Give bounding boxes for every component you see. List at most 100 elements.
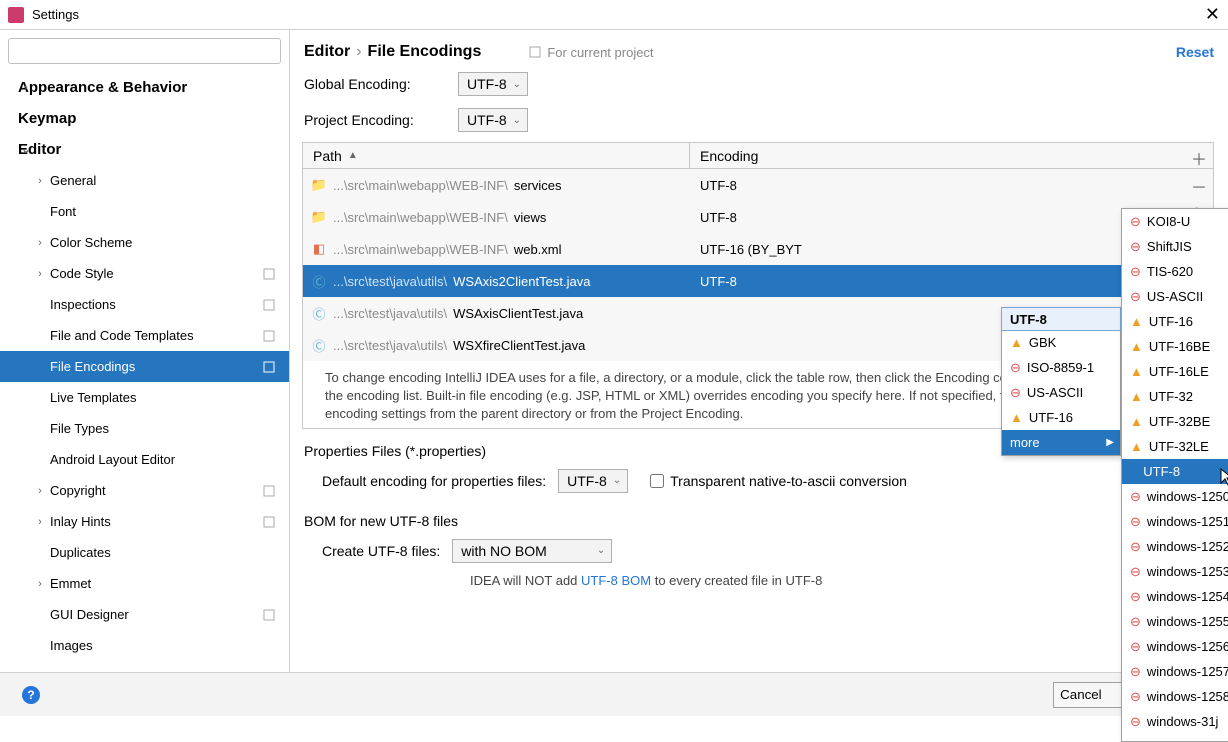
close-icon[interactable]: ✕ [1205, 4, 1220, 25]
encoding-option[interactable]: ⊖windows-31j [1122, 709, 1228, 734]
properties-default-dropdown[interactable]: UTF-8⌄ [558, 469, 628, 493]
path-name: services [514, 178, 562, 193]
encoding-option[interactable]: UTF-8 [1122, 459, 1228, 484]
encoding-option-label: KOI8-U [1147, 214, 1190, 229]
col-path[interactable]: Path▲ [303, 143, 690, 168]
sidebar-item-inspections[interactable]: Inspections [0, 289, 289, 320]
encoding-option[interactable]: ▲ UTF-16BE [1122, 334, 1228, 359]
sidebar-item-emmet[interactable]: ›Emmet [0, 568, 289, 599]
app-icon [8, 7, 24, 23]
encoding-option[interactable]: ▲UTF-32 [1122, 384, 1228, 409]
chevron-down-icon: ⌄ [613, 475, 621, 486]
encoding-option[interactable]: ▲UTF-16 [1002, 405, 1120, 430]
add-button[interactable]: ＋ [1188, 147, 1210, 169]
error-icon: ⊖ [1130, 564, 1141, 580]
cancel-button[interactable]: Cancel [1053, 682, 1125, 708]
encoding-option[interactable]: ⊖windows-1250 [1122, 484, 1228, 509]
folder-icon: 📁 [311, 209, 327, 225]
sidebar-item-gui-designer[interactable]: GUI Designer [0, 599, 289, 630]
encoding-option[interactable]: ▲UTF-16LE [1122, 359, 1228, 384]
sidebar-item-file-and-code-templates[interactable]: File and Code Templates [0, 320, 289, 351]
error-icon: ⊖ [1130, 289, 1141, 305]
sidebar-item-font[interactable]: Font [0, 196, 289, 227]
chevron-icon: › [34, 175, 46, 187]
transparent-checkbox[interactable]: Transparent native-to-ascii conversion [650, 473, 907, 489]
encoding-option[interactable]: ⊖US-ASCII [1002, 380, 1120, 405]
encoding-option[interactable]: ▲UTF-16 [1122, 309, 1228, 334]
sidebar-item-label: Android Layout Editor [50, 452, 175, 467]
encoding-option[interactable]: ⊖windows-1252 [1122, 534, 1228, 559]
encoding-option[interactable]: ⊖windows-1254 [1122, 584, 1228, 609]
encoding-popup[interactable]: UTF-8 ▲GBK⊖ISO-8859-1⊖US-ASCII▲UTF-16 mo… [1001, 307, 1121, 456]
encoding-option[interactable]: ⊖windows-1251 [1122, 509, 1228, 534]
encoding-option[interactable]: ⊖KOI8-U [1122, 209, 1228, 234]
sidebar-item-android-layout-editor[interactable]: Android Layout Editor [0, 444, 289, 475]
sidebar-item-images[interactable]: Images [0, 630, 289, 661]
encoding-option[interactable]: ⊖windows-1257 [1122, 659, 1228, 684]
sidebar-item-file-encodings[interactable]: File Encodings [0, 351, 289, 382]
project-encoding-dropdown[interactable]: UTF-8⌄ [458, 108, 528, 132]
global-encoding-dropdown[interactable]: UTF-8⌄ [458, 72, 528, 96]
search-input[interactable] [8, 38, 281, 64]
sidebar-item-editor[interactable]: ⌄Editor [0, 134, 289, 165]
sidebar-item-code-style[interactable]: ›Code Style [0, 258, 289, 289]
reset-link[interactable]: Reset [1176, 44, 1214, 60]
settings-tree[interactable]: ›Appearance & BehaviorKeymap⌄Editor›Gene… [0, 72, 289, 716]
encoding-option[interactable]: ⊖US-ASCII [1122, 284, 1228, 309]
table-row[interactable]: 📁...\src\main\webapp\WEB-INF\servicesUTF… [303, 169, 1213, 201]
sidebar-item-inlay-hints[interactable]: ›Inlay Hints [0, 506, 289, 537]
encoding-option[interactable]: ⊖TIS-620 [1122, 259, 1228, 284]
properties-default-label: Default encoding for properties files: [322, 473, 546, 489]
sidebar-item-label: File Types [50, 421, 109, 436]
warning-icon: ▲ [1130, 339, 1143, 354]
table-row[interactable]: ◧...\src\main\webapp\WEB-INF\web.xmlUTF-… [303, 233, 1213, 265]
encoding-option[interactable]: ⊖windows-1256 [1122, 634, 1228, 659]
encoding-option[interactable]: ▲GBK [1002, 330, 1120, 355]
chevron-right-icon: ▶ [1106, 437, 1114, 448]
utf8-bom-link[interactable]: UTF-8 BOM [581, 573, 651, 588]
sidebar-item-keymap[interactable]: Keymap [0, 103, 289, 134]
sidebar-item-appearance-behavior[interactable]: ›Appearance & Behavior [0, 72, 289, 103]
encoding-more-item[interactable]: more▶ [1002, 430, 1120, 455]
encoding-option[interactable]: ▲UTF-32LE [1122, 434, 1228, 459]
sidebar-item-file-types[interactable]: File Types [0, 413, 289, 444]
error-icon: ⊖ [1130, 664, 1141, 680]
encoding-option-label: US-ASCII [1027, 385, 1083, 400]
error-icon: ⊖ [1130, 489, 1141, 505]
sidebar-item-label: Code Style [50, 266, 114, 281]
project-icon [529, 46, 541, 58]
encoding-option[interactable]: ⊖ShiftJIS [1122, 234, 1228, 259]
encoding-option[interactable]: ⊖windows-1258 [1122, 684, 1228, 709]
project-encoding-label: Project Encoding: [304, 112, 444, 128]
encoding-option[interactable]: ⊖windows-1255 [1122, 609, 1228, 634]
project-marker-icon [263, 485, 275, 497]
warning-icon: ▲ [1130, 364, 1143, 379]
sidebar-item-general[interactable]: ›General [0, 165, 289, 196]
sidebar-item-duplicates[interactable]: Duplicates [0, 537, 289, 568]
help-icon[interactable]: ? [22, 686, 40, 704]
sidebar-item-live-templates[interactable]: Live Templates [0, 382, 289, 413]
encoding-option-label: UTF-32LE [1149, 439, 1209, 454]
encoding-option-label: UTF-8 [1143, 464, 1180, 479]
encoding-cell[interactable]: UTF-8 [690, 178, 1213, 193]
chevron-icon: › [20, 82, 32, 94]
table-row[interactable]: 📁...\src\main\webapp\WEB-INF\viewsUTF-8 [303, 201, 1213, 233]
col-encoding[interactable]: Encoding [690, 143, 768, 168]
create-utf8-dropdown[interactable]: with NO BOM⌄ [452, 539, 612, 563]
sidebar-item-label: Appearance & Behavior [18, 79, 187, 96]
table-row[interactable]: Ⓒ...\src\test\java\utils\WSAxis2ClientTe… [303, 265, 1213, 297]
error-icon: ⊖ [1130, 739, 1141, 742]
encoding-option[interactable]: ▲UTF-32BE [1122, 409, 1228, 434]
global-encoding-label: Global Encoding: [304, 76, 444, 92]
warning-icon: ▲ [1130, 314, 1143, 329]
encoding-more-popup[interactable]: ⊖KOI8-U⊖ShiftJIS⊖TIS-620⊖US-ASCII▲UTF-16… [1121, 208, 1228, 742]
sidebar-item-copyright[interactable]: ›Copyright [0, 475, 289, 506]
remove-button[interactable]: － [1188, 175, 1210, 197]
encoding-option[interactable]: ⊖ISO-8859-1 [1002, 355, 1120, 380]
encoding-option[interactable]: ⊖x-Big5-HKSCS-2001 [1122, 734, 1228, 742]
encoding-option-label: UTF-16BE [1149, 339, 1210, 354]
sidebar-item-color-scheme[interactable]: ›Color Scheme [0, 227, 289, 258]
xml-icon: ◧ [311, 241, 327, 257]
encoding-option[interactable]: ⊖windows-1253 [1122, 559, 1228, 584]
encoding-option-label: windows-1251 [1147, 514, 1228, 529]
